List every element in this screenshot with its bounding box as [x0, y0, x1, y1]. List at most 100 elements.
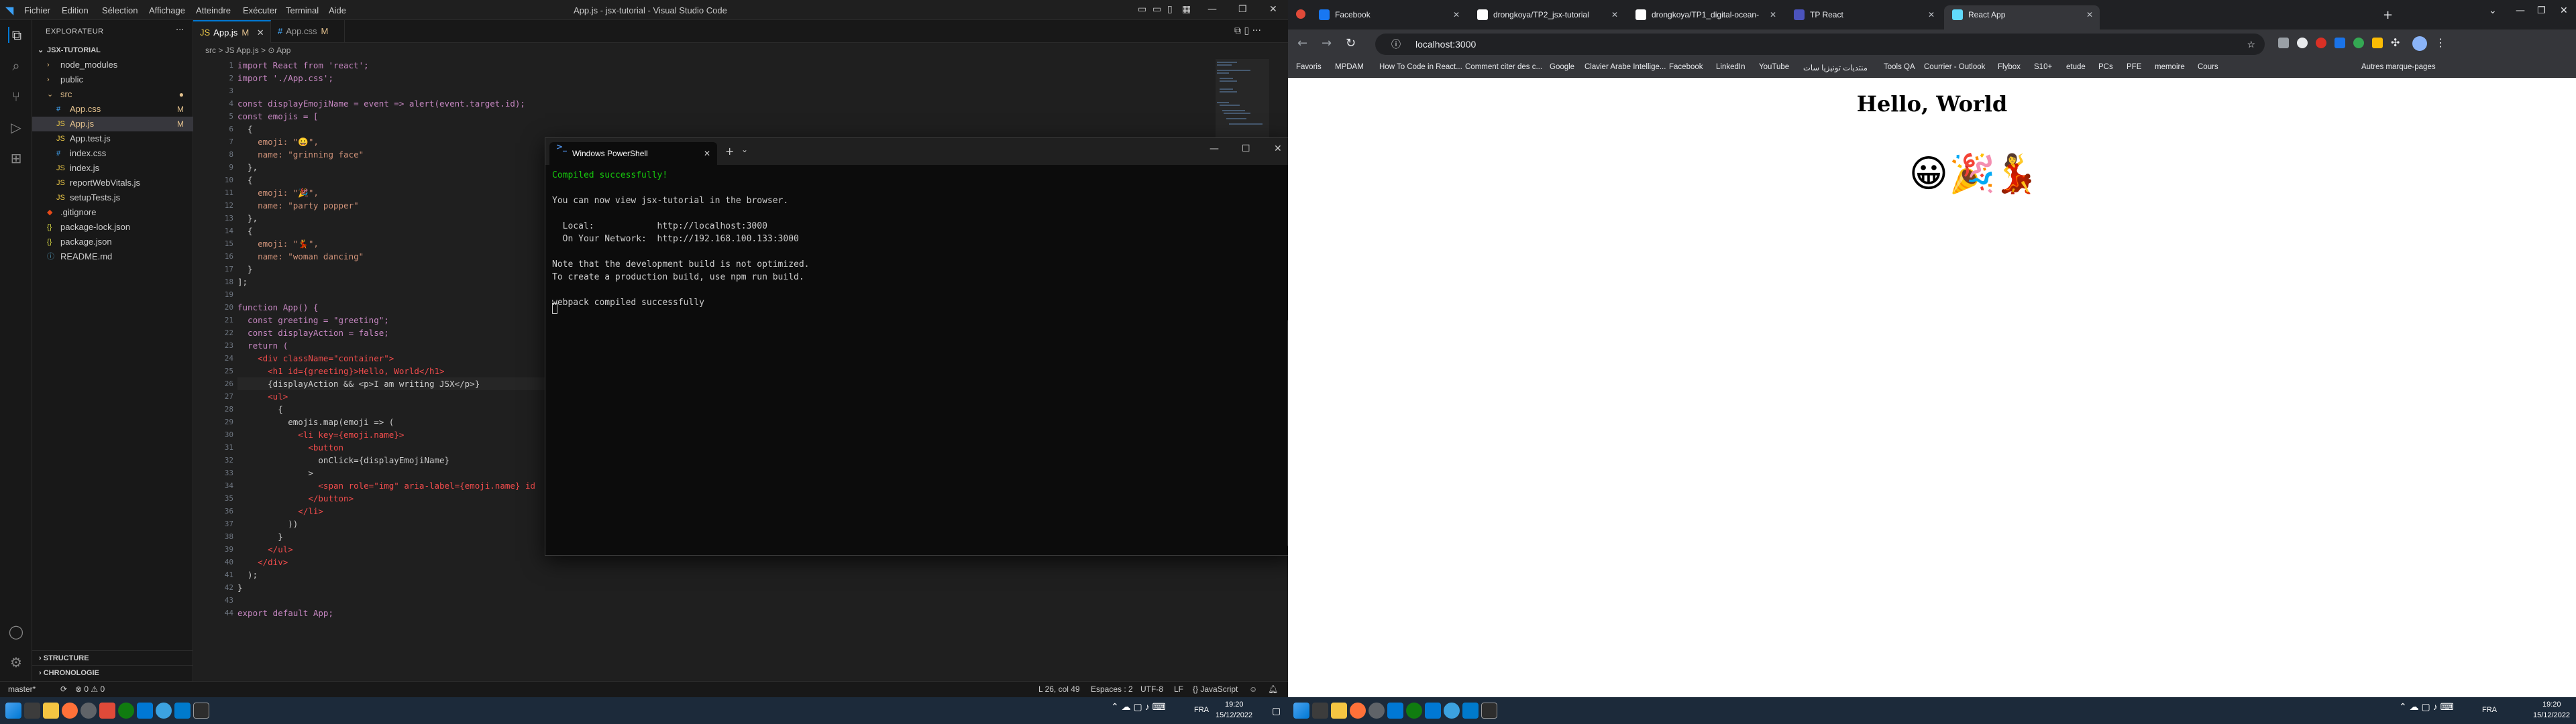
app-icon[interactable]: [99, 703, 115, 719]
app-icon[interactable]: [80, 703, 97, 719]
bookmark-item[interactable]: MPDAM: [1335, 63, 1364, 71]
code-line[interactable]: const displayEmojiName = event => alert(…: [237, 97, 525, 110]
system-tray-icons[interactable]: ⌃ ☁ ▢ ♪ ⌨: [1111, 701, 1166, 713]
file-item[interactable]: › node_modules: [32, 58, 193, 72]
xbox-icon[interactable]: [1406, 703, 1422, 719]
code-line[interactable]: import './App.css';: [237, 72, 333, 84]
file-item[interactable]: › public: [32, 72, 193, 87]
extension-icon[interactable]: [2316, 38, 2326, 48]
close-icon[interactable]: ✕: [2560, 5, 2568, 16]
file-item[interactable]: JS App.test.js: [32, 131, 193, 146]
address-bar[interactable]: ⓘ localhost:3000 ☆: [1375, 34, 2265, 55]
system-tray-icons[interactable]: ⌃ ☁ ▢ ♪ ⌨: [2399, 701, 2454, 713]
git-branch[interactable]: master*: [8, 684, 36, 694]
explorer-icon[interactable]: ⧉: [8, 27, 24, 43]
code-line[interactable]: name: "party popper": [237, 199, 359, 212]
input-language[interactable]: FRA: [1194, 706, 1209, 714]
file-item[interactable]: JS reportWebVitals.js: [32, 176, 193, 190]
tab-close-icon[interactable]: ✕: [1928, 5, 1935, 24]
menu-aide[interactable]: Aide: [329, 5, 346, 15]
sync-icon[interactable]: ⟳: [60, 684, 67, 694]
code-line[interactable]: import React from 'react';: [237, 59, 369, 72]
code-line[interactable]: const displayAction = false;: [237, 326, 389, 339]
terminal-taskbar-icon[interactable]: [1481, 703, 1497, 719]
tab-close-icon[interactable]: ✕: [2086, 5, 2093, 24]
extension-icon[interactable]: [2334, 38, 2345, 48]
notification-center-icon[interactable]: ▢: [1272, 705, 1281, 717]
bookmark-item[interactable]: Favoris: [1296, 63, 1322, 71]
account-icon[interactable]: ◯: [8, 623, 24, 640]
close-icon[interactable]: ✕: [1274, 143, 1282, 154]
menu-affichage[interactable]: Affichage: [149, 5, 185, 15]
minimap[interactable]: [1216, 59, 1269, 139]
code-line[interactable]: <span role="img" aria-label={emoji.name}…: [237, 479, 535, 492]
edge-icon[interactable]: [156, 703, 172, 719]
powershell-tab[interactable]: >_ Windows PowerShell ✕: [549, 142, 717, 165]
bookmark-star-icon[interactable]: ☆: [2247, 34, 2255, 55]
project-root[interactable]: ⌄ JSX-TUTORIAL: [32, 43, 193, 58]
tab-close-icon[interactable]: ✕: [704, 142, 710, 165]
code-line[interactable]: <h1 id={greeting}>Hello, World</h1>: [237, 365, 444, 377]
line-ending[interactable]: LF: [1174, 684, 1183, 694]
app-icon[interactable]: [137, 703, 153, 719]
extension-icon[interactable]: [2372, 38, 2383, 48]
profile-avatar[interactable]: [2412, 36, 2427, 51]
code-line[interactable]: function App() {: [237, 301, 318, 314]
file-item[interactable]: JS App.js M: [32, 117, 193, 131]
browser-tab[interactable]: drongkoya/TP2_jsx-tutorial ✕: [1469, 5, 1625, 29]
tab-app-js[interactable]: JS App.js M ✕: [193, 20, 271, 43]
layout-sidebar-icon[interactable]: ▯: [1167, 4, 1173, 15]
code-line[interactable]: name: "woman dancing": [237, 250, 364, 263]
vscode-taskbar-icon[interactable]: [1462, 703, 1479, 719]
code-line[interactable]: export default App;: [237, 607, 333, 619]
restore-icon[interactable]: ❐: [2537, 5, 2546, 16]
terminal-taskbar-icon[interactable]: [193, 703, 209, 719]
code-line[interactable]: }: [237, 581, 243, 594]
bookmark-item[interactable]: etude: [2066, 63, 2086, 71]
file-item[interactable]: {} package-lock.json: [32, 220, 193, 235]
clock-date[interactable]: 15/12/2022: [1216, 711, 1252, 719]
clock-time[interactable]: 19:20: [2542, 701, 2561, 709]
bookmark-item[interactable]: Cours: [2198, 63, 2218, 71]
minimize-icon[interactable]: —: [1208, 4, 1217, 15]
bookmark-item[interactable]: Autres marque-pages: [2361, 63, 2436, 71]
input-language[interactable]: FRA: [2482, 706, 2497, 714]
tab-close-icon[interactable]: ✕: [257, 27, 264, 38]
file-explorer-icon[interactable]: [43, 703, 59, 719]
menu-atteindre[interactable]: Atteindre: [196, 5, 231, 15]
code-line[interactable]: </ul>: [237, 543, 293, 556]
bookmark-item[interactable]: S10+: [2034, 63, 2052, 71]
task-view-icon[interactable]: [24, 703, 40, 719]
restore-icon[interactable]: ❐: [1238, 4, 1247, 15]
minimize-icon[interactable]: —: [1210, 143, 1219, 154]
code-line[interactable]: </li>: [237, 505, 323, 518]
code-line[interactable]: name: "grinning face": [237, 148, 364, 161]
browser-tab[interactable]: TP React ✕: [1786, 5, 1941, 29]
file-item[interactable]: JS index.js: [32, 161, 193, 176]
bookmark-item[interactable]: منتديات تونيزيا سات: [1803, 63, 1868, 72]
extension-icon[interactable]: [2353, 38, 2364, 48]
code-line[interactable]: const emojis = [: [237, 110, 318, 123]
menu-fichier[interactable]: Fichier: [24, 5, 50, 15]
code-line[interactable]: {: [237, 225, 253, 237]
firefox-icon[interactable]: [62, 703, 78, 719]
browser-tab[interactable]: React App ✕: [1944, 5, 2100, 29]
bookmark-item[interactable]: Google: [1550, 63, 1574, 71]
section-structure[interactable]: › STRUCTURE: [32, 650, 193, 665]
code-line[interactable]: const greeting = "greeting";: [237, 314, 389, 326]
tab-close-icon[interactable]: ✕: [1611, 5, 1618, 24]
tab-close-icon[interactable]: ✕: [1770, 5, 1776, 24]
code-line[interactable]: <li key={emoji.name}>: [237, 428, 404, 441]
code-line[interactable]: {: [237, 174, 253, 186]
reload-icon[interactable]: ↻: [1346, 36, 1356, 50]
file-item[interactable]: ⌄ src ●: [32, 87, 193, 102]
bookmark-item[interactable]: Clavier Arabe Intellige...: [1585, 63, 1666, 71]
forward-icon[interactable]: →: [1322, 36, 1332, 50]
layout-toggle-icon[interactable]: ▭: [1138, 4, 1146, 15]
code-line[interactable]: emoji: "💃",: [237, 237, 319, 250]
code-line[interactable]: )): [237, 518, 298, 530]
powershell-window[interactable]: >_ Windows PowerShell ✕ + ⌄ — ☐ ✕ Compil…: [545, 137, 1293, 556]
bookmark-item[interactable]: PFE: [2127, 63, 2141, 71]
bookmark-item[interactable]: PCs: [2098, 63, 2113, 71]
code-line[interactable]: onClick={displayEmojiName}: [237, 454, 449, 467]
